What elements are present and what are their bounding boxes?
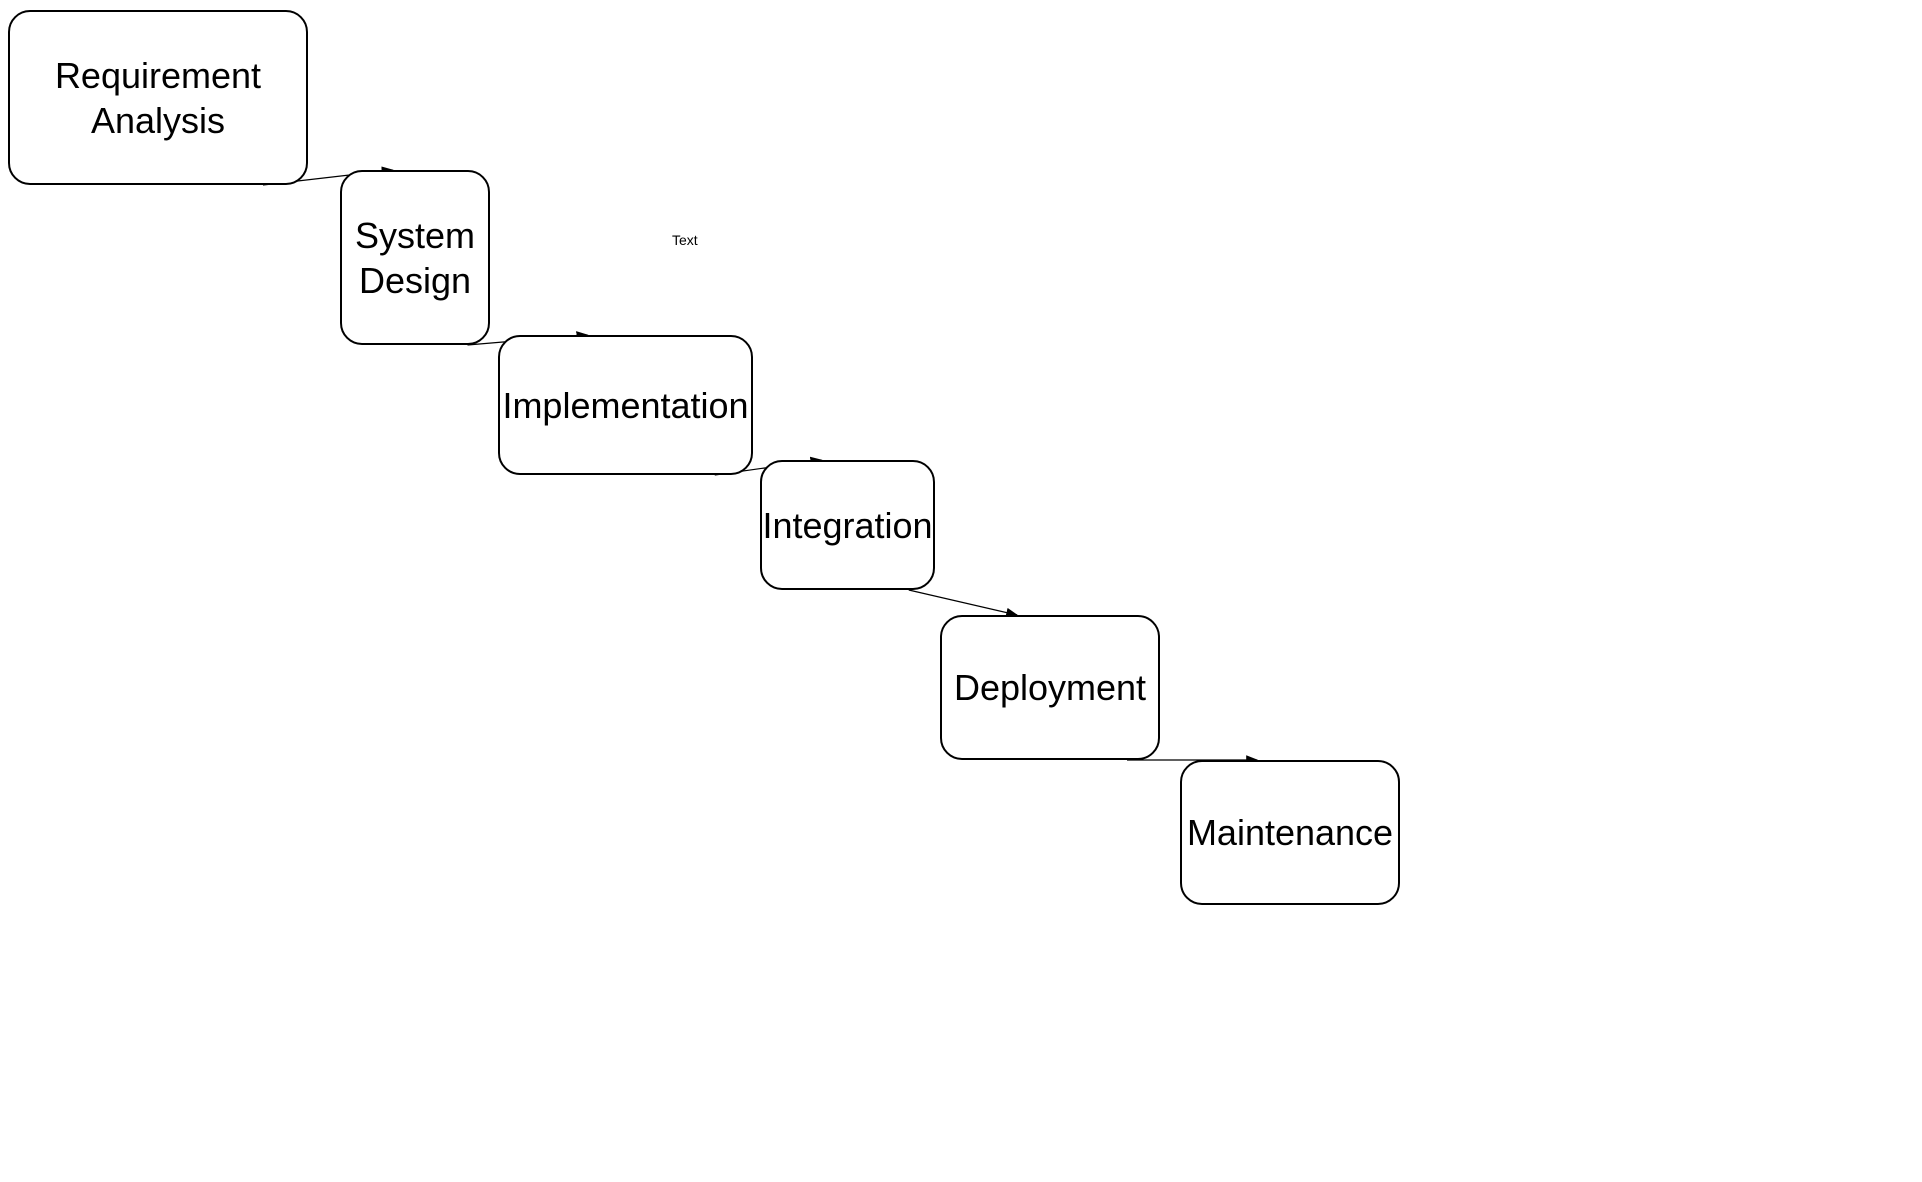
node-maintenance: Maintenance: [1180, 760, 1400, 905]
floating-text: Text: [672, 232, 698, 248]
node-deployment: Deployment: [940, 615, 1160, 760]
node-label: Deployment: [954, 665, 1146, 710]
node-implementation: Implementation: [498, 335, 753, 475]
node-label: Maintenance: [1187, 810, 1393, 855]
arrow-integration-to-deployment: [909, 590, 1017, 615]
node-integration: Integration: [760, 460, 935, 590]
node-label: Implementation: [502, 383, 748, 428]
floating-text-label: Text: [672, 232, 698, 248]
node-requirement-analysis: RequirementAnalysis: [8, 10, 308, 185]
node-label: SystemDesign: [355, 213, 475, 303]
node-system-design: SystemDesign: [340, 170, 490, 345]
node-label: RequirementAnalysis: [55, 53, 261, 143]
node-label: Integration: [762, 503, 932, 548]
